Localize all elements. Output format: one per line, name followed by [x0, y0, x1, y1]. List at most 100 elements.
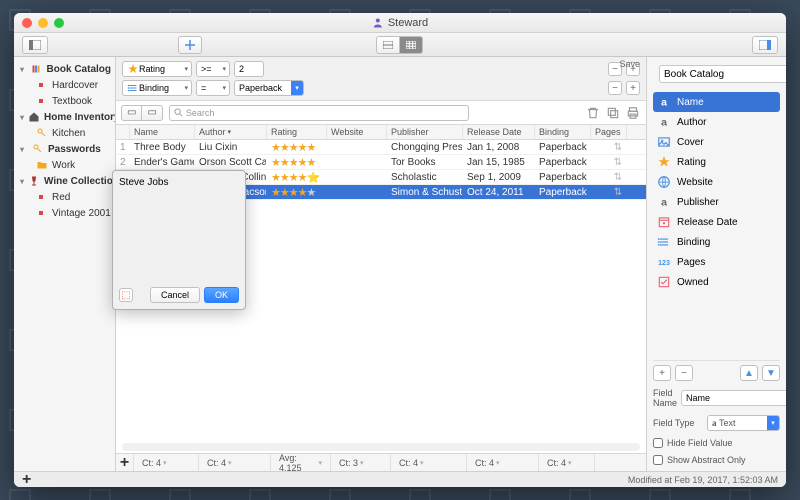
- filter-field-select[interactable]: Rating: [122, 61, 192, 77]
- edit-textarea[interactable]: [119, 177, 239, 283]
- column-header[interactable]: [116, 125, 130, 139]
- key-icon: [32, 143, 44, 155]
- tag-icon: [36, 191, 48, 203]
- stat-cell[interactable]: Avg: 4.125 ▾: [271, 454, 331, 471]
- field-type-label: Field Type: [653, 418, 703, 428]
- add-button[interactable]: [178, 36, 202, 54]
- horizontal-scrollbar[interactable]: [122, 443, 640, 451]
- add-catalog-button[interactable]: +: [22, 471, 31, 488]
- sidebar-item[interactable]: Kitchen: [14, 125, 115, 141]
- popup-expand-button[interactable]: ⬚: [119, 288, 133, 302]
- sidebar-item[interactable]: Work: [14, 157, 115, 173]
- add-filter-button[interactable]: +: [626, 81, 640, 95]
- zoom-icon[interactable]: [54, 18, 64, 28]
- filter-value-input[interactable]: [234, 61, 264, 77]
- add-row-button[interactable]: +: [120, 454, 129, 472]
- save-filter-button[interactable]: Save: [619, 59, 640, 69]
- tag-icon: [36, 79, 48, 91]
- move-up-button[interactable]: ▲: [740, 365, 758, 381]
- footer: + Modified at Feb 19, 2017, 1:52:03 AM: [14, 471, 786, 487]
- show-abstract-checkbox[interactable]: Show Abstract Only: [653, 455, 780, 465]
- field-list-item[interactable]: Cover: [653, 132, 780, 152]
- table-row[interactable]: 2Ender's GameOrson Scott Card★★★★★Tor Bo…: [116, 155, 646, 170]
- field-list-item[interactable]: Website: [653, 172, 780, 192]
- sidebar-item[interactable]: Hardcover: [14, 77, 115, 93]
- text-icon: a: [657, 115, 671, 129]
- filter-value-select[interactable]: Paperback: [234, 80, 304, 96]
- check-icon: [657, 275, 671, 289]
- tab-b-button[interactable]: ▭: [141, 105, 162, 121]
- field-list-item[interactable]: aAuthor: [653, 112, 780, 132]
- tab-a-button[interactable]: ▭: [121, 105, 142, 121]
- text-icon: a: [657, 195, 671, 209]
- modified-label: Modified at Feb 19, 2017, 1:52:03 AM: [628, 475, 778, 485]
- filter-row: Rating>=−+: [122, 61, 640, 77]
- remove-field-button[interactable]: −: [675, 365, 693, 381]
- stat-cell[interactable]: Ct: 4 ▾: [391, 454, 467, 471]
- inspector-panel: aNameaAuthorCoverRatingWebsiteaPublisher…: [646, 57, 786, 471]
- column-header[interactable]: Website: [327, 125, 387, 139]
- column-header[interactable]: Rating: [267, 125, 327, 139]
- home-icon: [28, 111, 40, 123]
- field-name-input[interactable]: [681, 390, 786, 406]
- number-icon: 123: [657, 255, 671, 269]
- field-list-item[interactable]: Binding: [653, 232, 780, 252]
- field-list-item[interactable]: Rating: [653, 152, 780, 172]
- filter-row: Binding=Paperback −+: [122, 80, 640, 96]
- ok-button[interactable]: OK: [204, 287, 239, 303]
- tag-icon: [36, 95, 48, 107]
- sidebar-group[interactable]: ▾Passwords: [14, 141, 115, 157]
- stat-cell[interactable]: Ct: 4 ▾: [467, 454, 539, 471]
- filter-op-select[interactable]: =: [196, 80, 230, 96]
- field-name-label: Field Name: [653, 388, 677, 408]
- catalog-name-input[interactable]: [659, 65, 786, 83]
- sidebar-group[interactable]: ▾Wine Collection: [14, 173, 115, 189]
- toolbar: [14, 33, 786, 57]
- trash-icon[interactable]: [586, 106, 600, 120]
- table-row[interactable]: 1Three BodyLiu Cixin★★★★★Chongqing Press…: [116, 140, 646, 155]
- field-list-item[interactable]: 123Pages: [653, 252, 780, 272]
- view-grid-button[interactable]: [399, 36, 423, 54]
- inspector-toggle-button[interactable]: [752, 36, 778, 54]
- window-title: Steward: [372, 17, 428, 29]
- list-icon: [657, 235, 671, 249]
- column-header[interactable]: Pages: [591, 125, 627, 139]
- move-down-button[interactable]: ▼: [762, 365, 780, 381]
- add-field-button[interactable]: +: [653, 365, 671, 381]
- books-icon: [31, 63, 43, 75]
- field-list-item[interactable]: Release Date: [653, 212, 780, 232]
- column-header[interactable]: Release Date: [463, 125, 535, 139]
- duplicate-icon[interactable]: [606, 106, 620, 120]
- close-icon[interactable]: [22, 18, 32, 28]
- filter-op-select[interactable]: >=: [196, 61, 230, 77]
- field-list-item[interactable]: Owned: [653, 272, 780, 292]
- sidebar-item[interactable]: Vintage 2001: [14, 205, 115, 221]
- sidebar-item[interactable]: Textbook: [14, 93, 115, 109]
- sidebar-toggle-button[interactable]: [22, 36, 48, 54]
- text-icon: a: [657, 95, 671, 109]
- print-icon[interactable]: [626, 106, 640, 120]
- calendar-icon: [657, 215, 671, 229]
- column-header[interactable]: Name: [130, 125, 195, 139]
- field-list-item[interactable]: aName: [653, 92, 780, 112]
- search-input[interactable]: Search: [169, 105, 469, 121]
- sidebar-item[interactable]: Red: [14, 189, 115, 205]
- filter-bar: Save Rating>=−+ Binding=Paperback −+: [116, 57, 646, 101]
- cancel-button[interactable]: Cancel: [150, 287, 200, 303]
- filter-field-select[interactable]: Binding: [122, 80, 192, 96]
- field-list-item[interactable]: aPublisher: [653, 192, 780, 212]
- stat-cell[interactable]: Ct: 4 ▾: [134, 454, 199, 471]
- stat-cell[interactable]: Ct: 3 ▾: [331, 454, 391, 471]
- sidebar-group[interactable]: ▾Book Catalog: [14, 61, 115, 77]
- column-header[interactable]: Author ▾: [195, 125, 267, 139]
- column-header[interactable]: Publisher: [387, 125, 463, 139]
- hide-field-checkbox[interactable]: Hide Field Value: [653, 438, 780, 448]
- view-card-button[interactable]: [376, 36, 400, 54]
- field-type-select[interactable]: a Text: [707, 415, 780, 431]
- stat-cell[interactable]: Ct: 4 ▾: [199, 454, 271, 471]
- column-header[interactable]: Binding: [535, 125, 591, 139]
- sidebar-group[interactable]: ▾Home Inventory: [14, 109, 115, 125]
- stat-cell[interactable]: Ct: 4 ▾: [539, 454, 595, 471]
- remove-filter-button[interactable]: −: [608, 81, 622, 95]
- minimize-icon[interactable]: [38, 18, 48, 28]
